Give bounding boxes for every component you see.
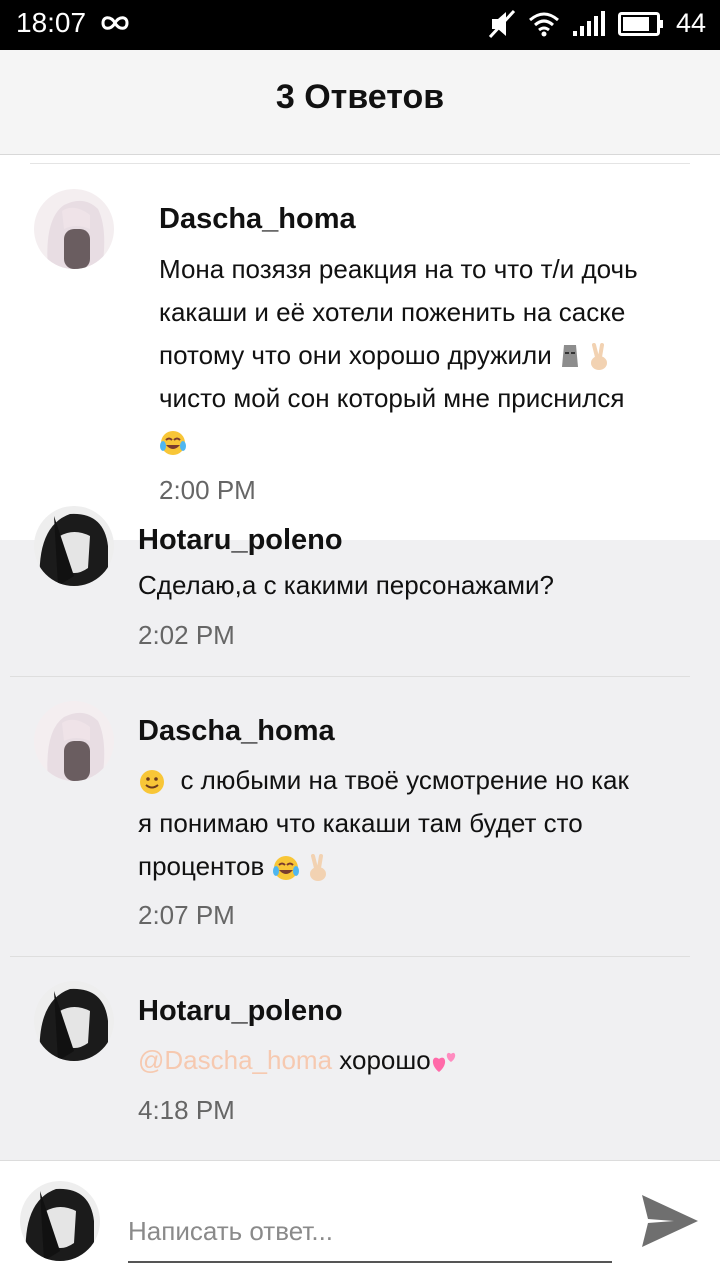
- page-title: 3 Ответов: [275, 78, 445, 116]
- mention-link[interactable]: @Dascha_homa: [138, 1045, 332, 1075]
- status-bar: 18:07 44: [0, 0, 720, 50]
- battery-icon: [617, 11, 663, 36]
- infinity-icon: [101, 16, 129, 30]
- comment-line: чисто мой сон который мне приснился: [159, 383, 625, 413]
- comment-username[interactable]: Dascha_homa: [159, 203, 356, 236]
- reply-username[interactable]: Hotaru_poleno: [138, 995, 343, 1028]
- signal-icon: [572, 10, 605, 36]
- reply-item: Hotaru_poleno Сделаю,а с какими персонаж…: [10, 506, 710, 676]
- avatar[interactable]: [34, 506, 114, 586]
- tears-of-joy-emoji-icon: [272, 856, 299, 881]
- header: 3 Ответов: [0, 50, 720, 155]
- comment-line: потому что они хорошо дружили: [159, 340, 552, 370]
- avatar[interactable]: [34, 981, 114, 1061]
- reply-time: 2:07 PM: [138, 900, 235, 930]
- comment-time: 2:00 PM: [159, 475, 256, 505]
- victory-hand-icon: [591, 343, 608, 371]
- avatar[interactable]: [34, 701, 114, 781]
- divider: [30, 163, 690, 164]
- reply-time: 4:18 PM: [138, 1095, 235, 1125]
- tears-of-joy-emoji-icon: [160, 431, 186, 456]
- moai-emoji-icon: [561, 345, 578, 368]
- two-hearts-emoji-icon: [432, 1052, 455, 1073]
- battery-level: 44: [675, 8, 706, 38]
- comment-line: Мона позязя реакция на то что т/и дочь: [159, 254, 638, 284]
- send-icon[interactable]: [640, 1193, 700, 1249]
- reply-line: с любыми на твоё усмотрение но как: [180, 765, 629, 795]
- victory-hand-icon: [309, 854, 326, 882]
- avatar[interactable]: [34, 189, 114, 269]
- reply-line: я понимаю что какаши там будет сто: [138, 808, 583, 838]
- wifi-icon: [528, 12, 559, 36]
- my-avatar: [20, 1181, 100, 1261]
- reply-text: Сделаю,а с какими персонажами?: [138, 570, 555, 600]
- comment-text: Мона позязя реакция на то что т/и дочь к…: [159, 248, 704, 463]
- reply-input[interactable]: [128, 1201, 612, 1263]
- reply-line: хорошо: [339, 1045, 431, 1075]
- smile-emoji-icon: [140, 770, 164, 795]
- main-comment: Dascha_homa Мона позязя реакция на то чт…: [0, 155, 720, 540]
- reply-username[interactable]: Hotaru_poleno: [138, 524, 343, 557]
- reply-item: Hotaru_poleno @Dascha_homa хорошо 4:18 P…: [10, 957, 710, 1150]
- reply-username[interactable]: Dascha_homa: [138, 715, 335, 748]
- mute-icon: [488, 9, 516, 38]
- reply-time: 2:02 PM: [138, 620, 235, 650]
- comment-line: какаши и её хотели поженить на саске: [159, 297, 626, 327]
- reply-text: с любыми на твоё усмотрение но как я пон…: [138, 759, 698, 888]
- reply-item: Dascha_homa с любыми на твоё усмотрение …: [10, 677, 710, 956]
- reply-bar: [0, 1160, 720, 1281]
- status-time: 18:07: [16, 7, 87, 38]
- reply-line: процентов: [138, 851, 265, 881]
- reply-text: @Dascha_homa хорошо: [138, 1039, 459, 1082]
